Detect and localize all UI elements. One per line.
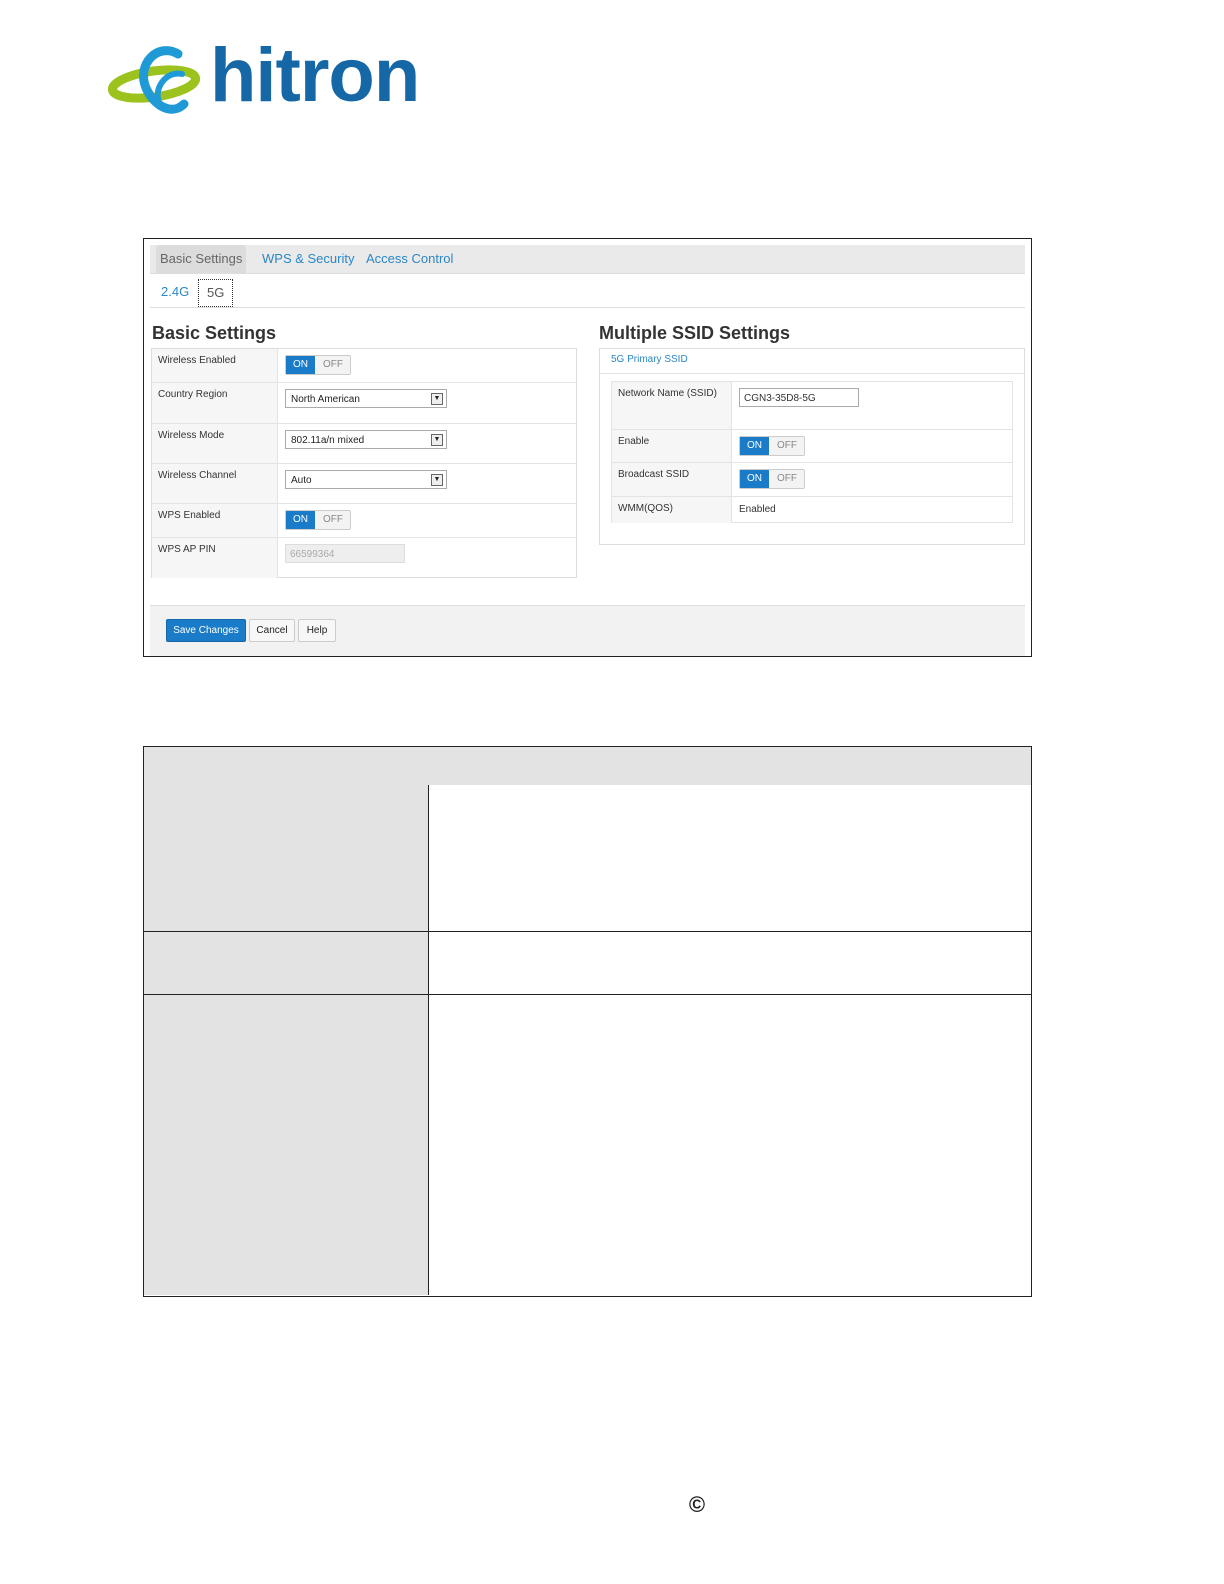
country-region-select[interactable]: North American ▼: [285, 389, 447, 408]
toggle-on[interactable]: ON: [286, 511, 315, 529]
toggle-on[interactable]: ON: [740, 470, 769, 488]
wireless-channel-select[interactable]: Auto ▼: [285, 470, 447, 489]
wps-enabled-label: WPS Enabled: [152, 504, 278, 538]
help-button[interactable]: Help: [298, 619, 336, 642]
basic-settings-panel: Wireless Enabled ON OFF Country Region N…: [151, 348, 577, 578]
row-wireless-enabled: Wireless Enabled ON OFF: [152, 349, 576, 382]
wireless-mode-label: Wireless Mode: [152, 424, 278, 464]
wmm-label: WMM(QOS): [612, 497, 732, 523]
tab-2-4g[interactable]: 2.4G: [161, 279, 189, 305]
description-table: [143, 746, 1032, 1297]
table-row-1-label-cell: [144, 785, 429, 931]
table-row-1-desc-cell: [429, 785, 1031, 931]
action-bar: Save Changes Cancel Help: [150, 605, 1025, 656]
wireless-enabled-toggle[interactable]: ON OFF: [285, 355, 351, 375]
wireless-mode-value: 802.11a/n mixed: [291, 435, 365, 446]
toggle-on[interactable]: ON: [740, 437, 769, 455]
table-row-2-desc-cell: [429, 932, 1031, 994]
basic-settings-title: Basic Settings: [152, 323, 277, 343]
ssid-table: Network Name (SSID) CGN3-35D8-5G Enable …: [611, 381, 1013, 523]
row-wireless-channel: Wireless Channel Auto ▼: [152, 463, 576, 504]
row-wmm: WMM(QOS) Enabled: [612, 496, 1012, 523]
router-screenshot: Basic Settings WPS & Security Access Con…: [143, 238, 1032, 657]
tab-wps-security[interactable]: WPS & Security: [258, 245, 358, 273]
multiple-ssid-title: Multiple SSID Settings: [599, 323, 791, 343]
table-row-3-label-cell: [144, 995, 429, 1295]
toggle-off[interactable]: OFF: [316, 356, 350, 374]
row-broadcast-ssid: Broadcast SSID ON OFF: [612, 462, 1012, 497]
tab-bar: Basic Settings WPS & Security Access Con…: [150, 245, 1025, 274]
toggle-off[interactable]: OFF: [770, 470, 804, 488]
toggle-off[interactable]: OFF: [770, 437, 804, 455]
table-header-row: [144, 747, 1031, 786]
logo-wordmark: hitron: [210, 33, 420, 118]
tab-basic-settings[interactable]: Basic Settings: [156, 245, 247, 273]
country-region-label: Country Region: [152, 383, 278, 424]
broadcast-ssid-toggle[interactable]: ON OFF: [739, 469, 805, 489]
hitron-logo: hitron: [107, 38, 428, 120]
row-enable: Enable ON OFF: [612, 429, 1012, 463]
row-wps-enabled: WPS Enabled ON OFF: [152, 503, 576, 538]
row-wps-ap-pin: WPS AP PIN 66599364: [152, 537, 576, 578]
table-row-2-label-cell: [144, 932, 429, 994]
wps-ap-pin-label: WPS AP PIN: [152, 538, 278, 578]
cancel-button[interactable]: Cancel: [249, 619, 295, 642]
tab-5g[interactable]: 5G: [198, 279, 234, 307]
tab-access-control[interactable]: Access Control: [362, 245, 457, 273]
hitron-swirl-icon: [107, 46, 201, 114]
wmm-value: Enabled: [739, 504, 776, 515]
row-network-name: Network Name (SSID) CGN3-35D8-5G: [612, 382, 1012, 429]
toggle-off[interactable]: OFF: [316, 511, 350, 529]
wps-ap-pin-field: 66599364: [285, 544, 405, 563]
broadcast-ssid-label: Broadcast SSID: [612, 463, 732, 497]
row-country-region: Country Region North American ▼: [152, 382, 576, 424]
band-tabs: 2.4G 5G: [150, 279, 1025, 308]
wireless-channel-label: Wireless Channel: [152, 464, 278, 504]
save-changes-button[interactable]: Save Changes: [166, 619, 246, 642]
chevron-down-icon[interactable]: ▼: [431, 393, 443, 405]
enable-toggle[interactable]: ON OFF: [739, 436, 805, 456]
wireless-mode-select[interactable]: 802.11a/n mixed ▼: [285, 430, 447, 449]
copyright-icon: ©: [688, 1492, 706, 1517]
chevron-down-icon[interactable]: ▼: [431, 474, 443, 486]
ssid-subheader[interactable]: 5G Primary SSID: [611, 354, 688, 365]
enable-label: Enable: [612, 430, 732, 463]
ssid-input[interactable]: CGN3-35D8-5G: [739, 388, 859, 407]
multiple-ssid-panel: 5G Primary SSID Network Name (SSID) CGN3…: [599, 348, 1025, 545]
wireless-channel-value: Auto: [291, 475, 312, 486]
wps-enabled-toggle[interactable]: ON OFF: [285, 510, 351, 530]
wireless-enabled-label: Wireless Enabled: [152, 349, 278, 382]
table-row-3-desc-cell: [429, 995, 1031, 1295]
network-name-label: Network Name (SSID): [612, 382, 732, 429]
toggle-on[interactable]: ON: [286, 356, 315, 374]
row-wireless-mode: Wireless Mode 802.11a/n mixed ▼: [152, 423, 576, 464]
country-region-value: North American: [291, 394, 360, 405]
chevron-down-icon[interactable]: ▼: [431, 434, 443, 446]
